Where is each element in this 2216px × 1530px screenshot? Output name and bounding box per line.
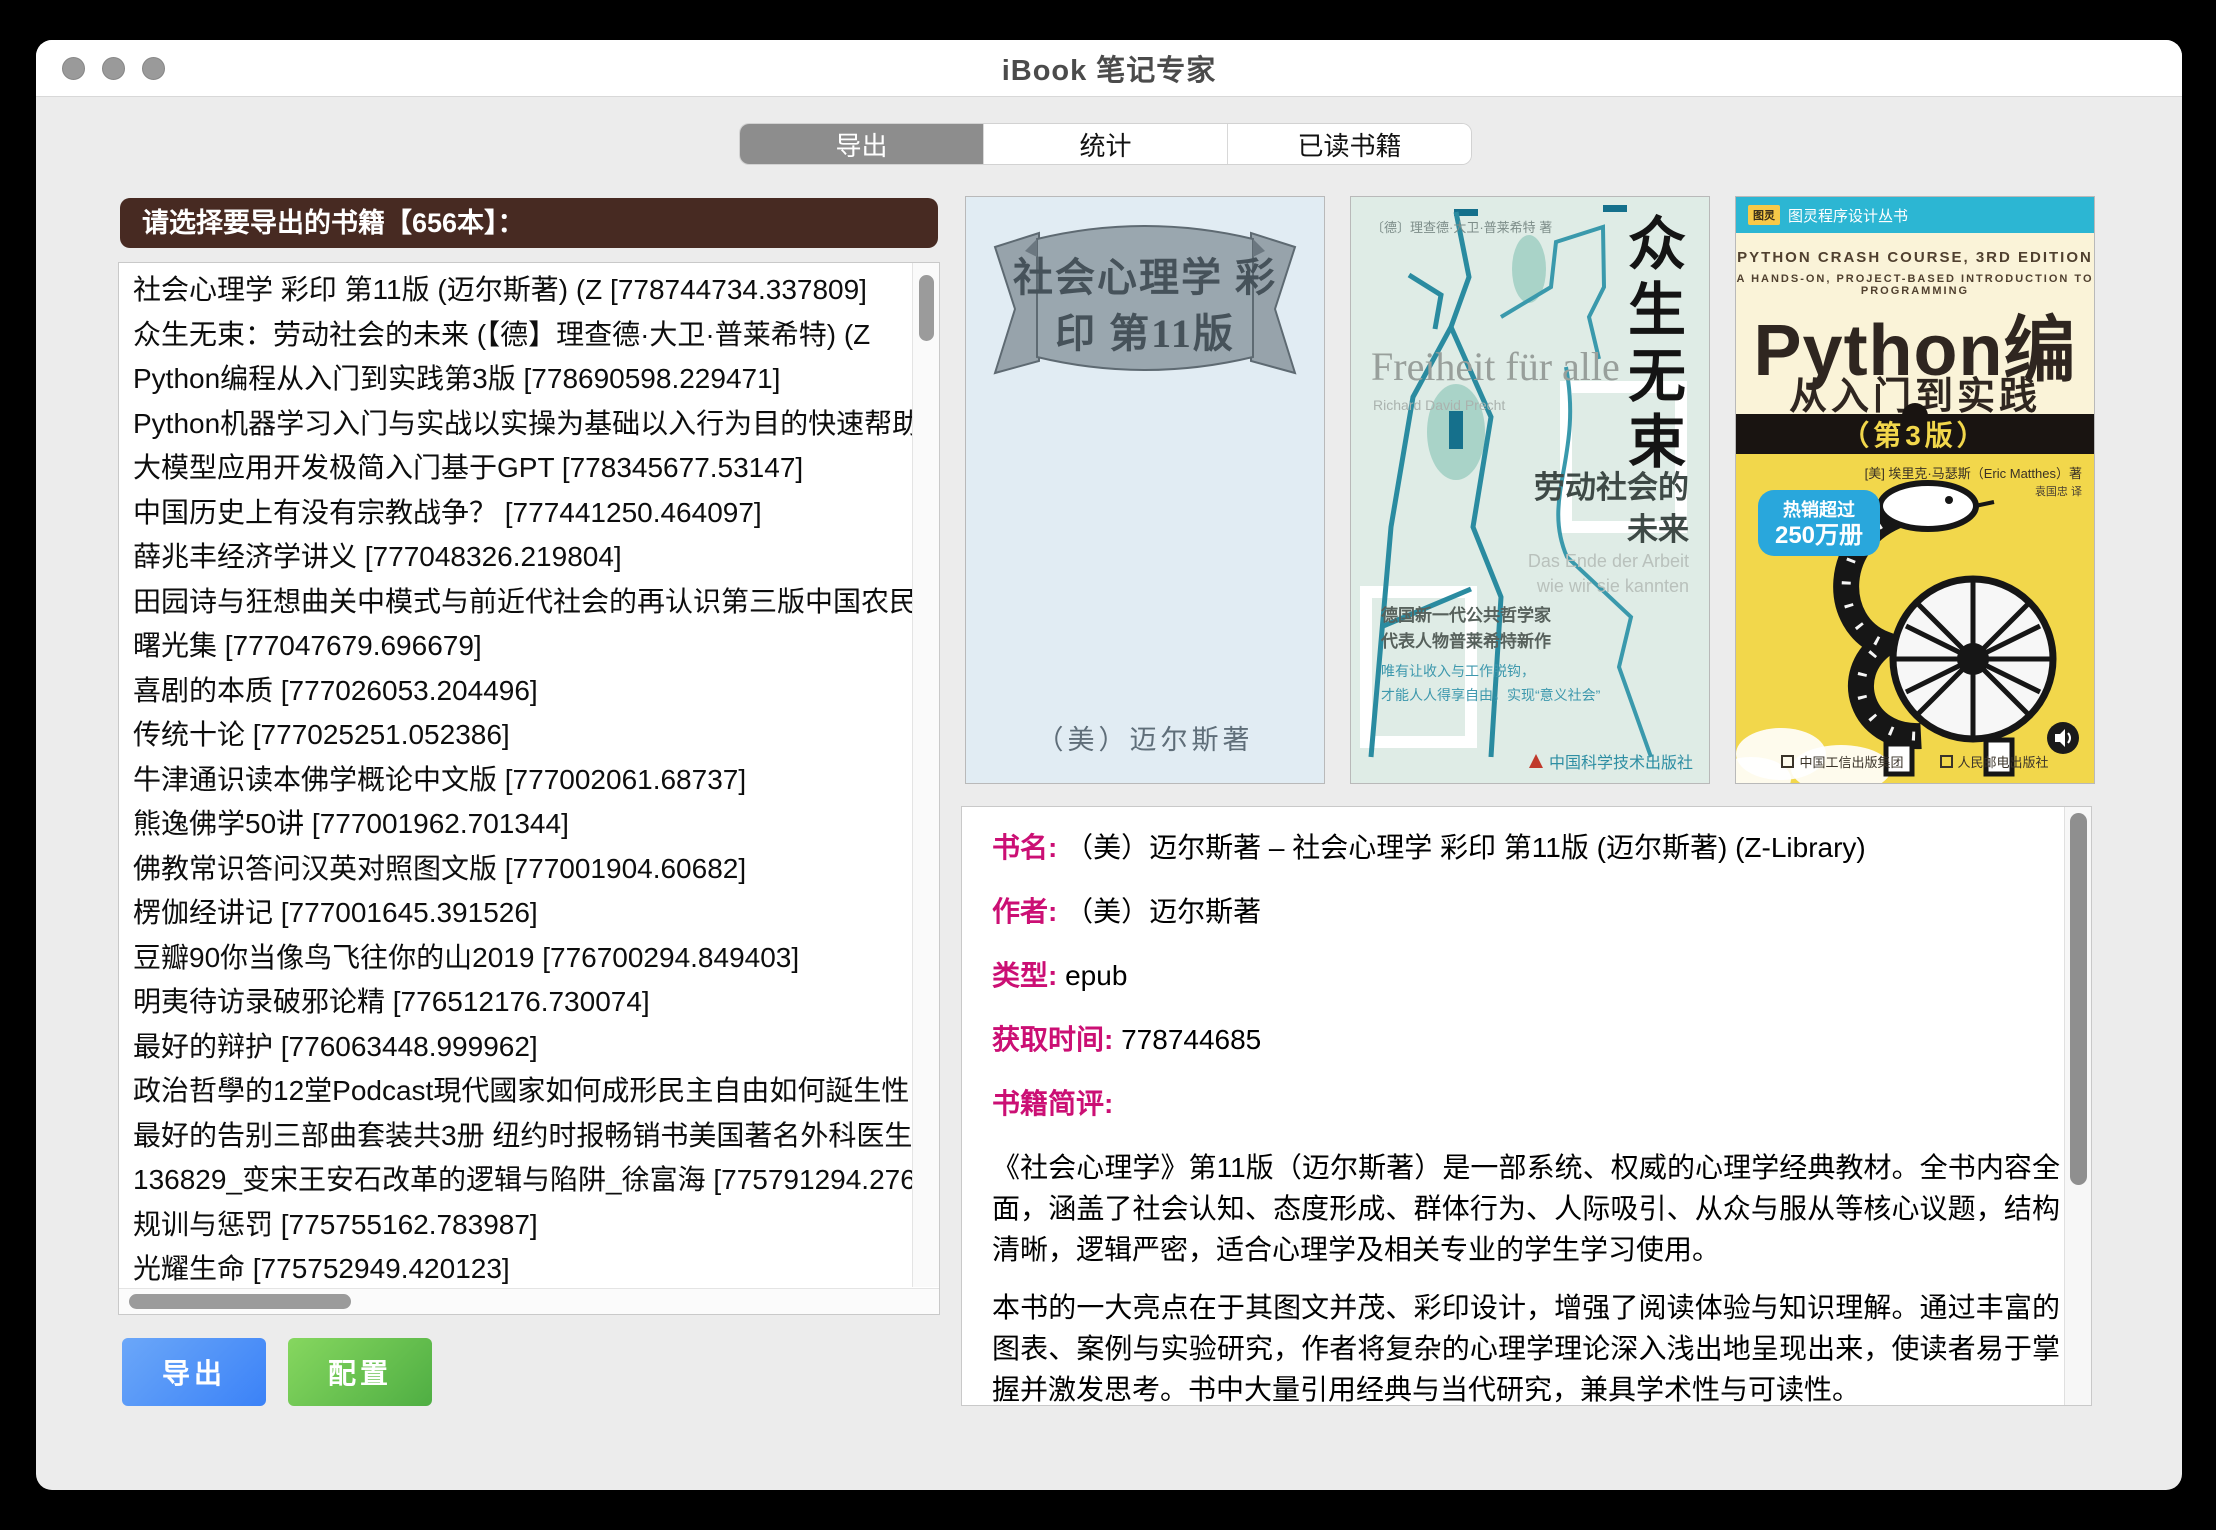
title-bar: iBook 笔记专家 xyxy=(36,40,2182,97)
window-title: iBook 笔记专家 xyxy=(1002,47,1217,89)
cover2-chinese-subtitle: 劳动社会的 未来 xyxy=(1534,467,1689,551)
cover2-german-author: Richard David Precht xyxy=(1373,397,1505,413)
book-list-hscrollbar-thumb[interactable] xyxy=(129,1294,351,1309)
detail-field: 获取时间: 778744685 xyxy=(992,1019,2060,1060)
book-list-item[interactable]: 政治哲學的12堂Podcast現代國家如何成形民主自由如何誕生性 xyxy=(119,1069,912,1114)
book-list-item[interactable]: 楞伽经讲记 [777001645.391526] xyxy=(119,891,912,936)
book-list[interactable]: 社会心理学 彩印 第11版 (迈尔斯著) (Z [778744734.33780… xyxy=(118,262,940,1315)
config-button[interactable]: 配置 xyxy=(288,1338,432,1406)
cover3-english-title: PYTHON CRASH COURSE, 3RD EDITION xyxy=(1736,249,2094,266)
cover3-author: [美] 埃里克·马瑟斯（Eric Matthes）著 袁国忠 译 xyxy=(1865,464,2082,502)
detail-fields: 书名: （美）迈尔斯著 – 社会心理学 彩印 第11版 (迈尔斯著) (Z-Li… xyxy=(992,827,2060,1060)
book-list-vscrollbar-thumb[interactable] xyxy=(919,275,934,341)
book-list-item[interactable]: 喜剧的本质 [777026053.204496] xyxy=(119,669,912,714)
cover1-title-line2: 印 第11版 xyxy=(989,301,1301,359)
tab-statistics[interactable]: 统计 xyxy=(983,124,1227,164)
book-list-item[interactable]: 牛津通识读本佛学概论中文版 [777002061.68737] xyxy=(119,758,912,803)
detail-field: 类型: epub xyxy=(992,955,2060,996)
detail-field: 书名: （美）迈尔斯著 – 社会心理学 彩印 第11版 (迈尔斯著) (Z-Li… xyxy=(992,827,2060,868)
export-button[interactable]: 导出 xyxy=(122,1338,266,1406)
review-paragraph: 《社会心理学》第11版（迈尔斯著）是一部系统、权威的心理学经典教材。全书内容全面… xyxy=(992,1147,2060,1270)
book-list-item[interactable]: 大模型应用开发极简入门基于GPT [778345677.53147] xyxy=(119,446,912,491)
cover1-author: （美）迈尔斯著 xyxy=(966,718,1324,757)
cover2-german-subtitle: Das Ende der Arbeit wie wir sie kannten xyxy=(1528,549,1689,599)
book-cover-python-crash-course: 图灵 图灵程序设计丛书 PYTHON CRASH COURSE, 3RD EDI… xyxy=(1735,196,2095,784)
window-controls xyxy=(62,40,165,96)
cover2-teal-note: 唯有让收入与工作脱钩， 才能人人得享自由，实现“意义社会” xyxy=(1381,659,1600,707)
book-cover-social-psychology: 社会心理学 彩 印 第11版 （美）迈尔斯著 xyxy=(965,196,1325,784)
book-detail-text: 书名: （美）迈尔斯著 – 社会心理学 彩印 第11版 (迈尔斯著) (Z-Li… xyxy=(962,807,2064,1405)
book-list-item[interactable]: 社会心理学 彩印 第11版 (迈尔斯著) (Z [778744734.33780… xyxy=(119,268,912,313)
review-paragraph: 本书的一大亮点在于其图文并茂、彩印设计，增强了阅读体验与知识理解。通过丰富的图表… xyxy=(992,1287,2060,1405)
book-list-item[interactable]: Python编程从入门到实践第3版 [778690598.229471] xyxy=(119,357,912,402)
book-list-item[interactable]: Python机器学习入门与实战以实操为基础以入行为目的快速帮助 xyxy=(119,402,912,447)
app-window: iBook 笔记专家 导出 统计 已读书籍 请选择要导出的书籍【656本】： 社… xyxy=(36,40,2182,1490)
cover3-series-band: 图灵 图灵程序设计丛书 xyxy=(1736,197,2094,233)
tab-export[interactable]: 导出 xyxy=(740,124,983,164)
bestseller-badge: 热销超过 250万册 xyxy=(1758,490,1880,556)
book-list-hscrollbar[interactable] xyxy=(119,1288,939,1314)
detail-vscrollbar-thumb[interactable] xyxy=(2070,813,2087,1185)
book-detail-panel: 书名: （美）迈尔斯著 – 社会心理学 彩印 第11版 (迈尔斯著) (Z-Li… xyxy=(961,806,2092,1406)
review-label: 书籍简评: xyxy=(992,1083,2060,1124)
ribbon-banner: 社会心理学 彩 印 第11版 xyxy=(989,209,1301,381)
publisher-logo-icon xyxy=(1529,754,1543,768)
book-list-item[interactable]: 明夷待访录破邪论精 [776512176.730074] xyxy=(119,980,912,1025)
book-list-item[interactable]: 熊逸佛学50讲 [777001962.701344] xyxy=(119,802,912,847)
book-list-header: 请选择要导出的书籍【656本】： xyxy=(120,198,938,248)
minimize-window-icon[interactable] xyxy=(102,57,125,80)
book-list-item[interactable]: 中国历史上有没有宗教战争？ [777441250.464097] xyxy=(119,491,912,536)
review-paragraphs: 《社会心理学》第11版（迈尔斯著）是一部系统、权威的心理学经典教材。全书内容全面… xyxy=(992,1147,2060,1405)
tab-read-books[interactable]: 已读书籍 xyxy=(1227,124,1471,164)
cover3-illustration-area: [美] 埃里克·马瑟斯（Eric Matthes）著 袁国忠 译 热销超过 25… xyxy=(1736,454,2094,784)
book-list-item[interactable]: 最好的辩护 [776063448.999962] xyxy=(119,1025,912,1070)
cover2-chinese-title: 众生无束 xyxy=(1609,213,1693,477)
speaker-logo-icon xyxy=(2046,721,2080,755)
zoom-window-icon[interactable] xyxy=(142,57,165,80)
book-list-item[interactable]: 豆瓣90你当像鸟飞往你的山2019 [776700294.849403] xyxy=(119,936,912,981)
cover2-author-line: 〔德〕理查德·大卫·普莱希特 著 xyxy=(1371,217,1552,236)
cover2-publisher: 中国科学技术出版社 xyxy=(1529,749,1693,773)
book-list-item[interactable]: 136829_变宋王安石改革的逻辑与陷阱_徐富海 [775791294.276 xyxy=(119,1158,912,1203)
book-list-item[interactable]: 光耀生命 [775752949.420123] xyxy=(119,1247,912,1287)
book-cover-freiheit-fuer-alle: 〔德〕理查德·大卫·普莱希特 著 Freiheit für alle Richa… xyxy=(1350,196,1710,784)
book-list-item[interactable]: 最好的告别三部曲套装共3册 纽约时报畅销书美国著名外科医生 xyxy=(119,1114,912,1159)
book-list-item[interactable]: 佛教常识答问汉英对照图文版 [777001904.60682] xyxy=(119,847,912,892)
detail-vscrollbar[interactable] xyxy=(2064,807,2091,1405)
cover1-title-line1: 社会心理学 彩 xyxy=(989,245,1301,303)
book-list-rows: 社会心理学 彩印 第11版 (迈尔斯著) (Z [778744734.33780… xyxy=(119,263,912,1287)
cover2-german-title: Freiheit für alle xyxy=(1371,343,1620,390)
close-window-icon[interactable] xyxy=(62,57,85,80)
turing-logo: 图灵 xyxy=(1748,205,1780,225)
publisher-icon xyxy=(1781,755,1794,768)
book-list-item[interactable]: 曙光集 [777047679.696679] xyxy=(119,624,912,669)
book-list-item[interactable]: 传统十论 [777025251.052386] xyxy=(119,713,912,758)
book-list-item[interactable]: 规训与惩罚 [775755162.783987] xyxy=(119,1203,912,1248)
book-list-item[interactable]: 田园诗与狂想曲关中模式与前近代社会的再认识第三版中国农民 xyxy=(119,580,912,625)
cover3-publishers: 中国工信出版集团 人民邮电出版社 xyxy=(1736,752,2094,771)
cover2-tagline: 德国新一代公共哲学家 代表人物普莱希特新作 xyxy=(1381,603,1551,655)
book-list-item[interactable]: 薛兆丰经济学讲义 [777048326.219804] xyxy=(119,535,912,580)
publisher-icon xyxy=(1940,755,1953,768)
tab-bar: 导出 统计 已读书籍 xyxy=(740,124,1471,164)
cover3-edition-band: （第3版） xyxy=(1736,414,2094,454)
book-list-vscrollbar[interactable] xyxy=(912,263,939,1287)
book-list-item[interactable]: 众生无束：劳动社会的未来 (【德】理查德·大卫·普莱希特) (Z xyxy=(119,313,912,358)
detail-field: 作者: （美）迈尔斯著 xyxy=(992,891,2060,932)
